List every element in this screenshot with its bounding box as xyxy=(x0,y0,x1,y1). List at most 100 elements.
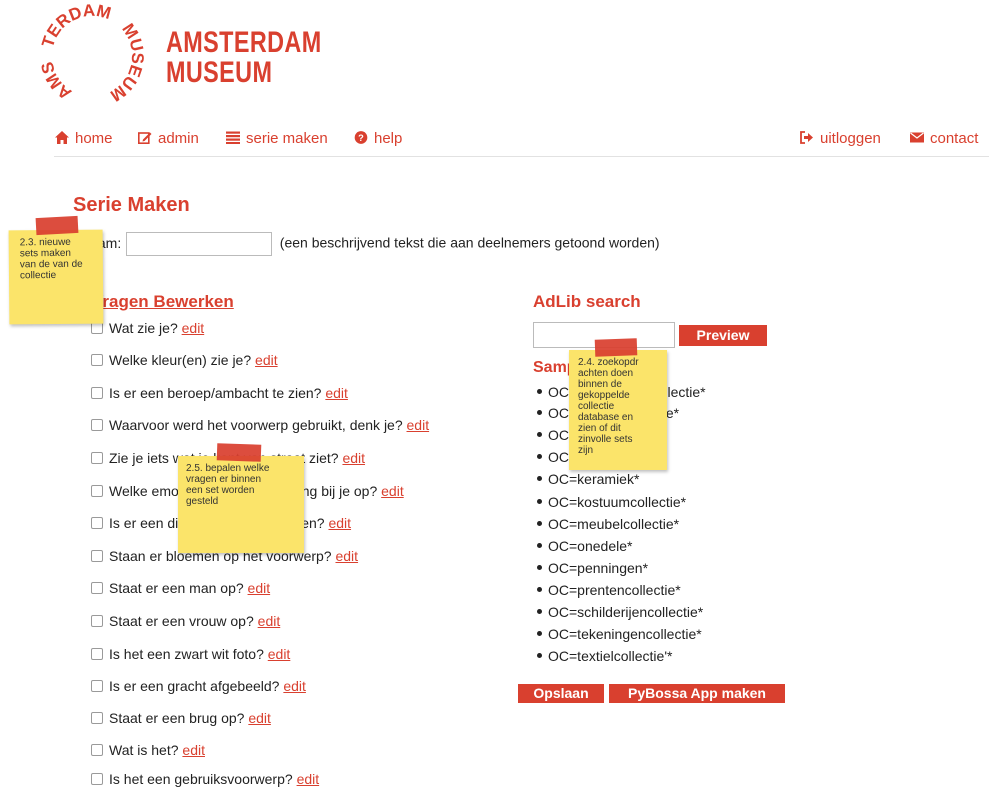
nav-serie-maken[interactable]: serie maken xyxy=(226,130,328,147)
logo-ring-left-text: AMS xyxy=(40,60,75,103)
question-row: Waarvoor werd het voorwerp gebruikt, den… xyxy=(91,416,429,434)
tape-strip xyxy=(216,443,262,462)
save-button[interactable]: Opslaan xyxy=(518,684,604,703)
question-checkbox[interactable] xyxy=(91,550,103,562)
question-row: Staat er een brug op? edit xyxy=(91,709,271,727)
question-checkbox[interactable] xyxy=(91,773,103,785)
logo-ring-top-text: MUSEUM xyxy=(107,20,145,105)
question-edit-link[interactable]: edit xyxy=(335,548,358,564)
collection-item[interactable]: OC=schilderijencollectie* xyxy=(537,603,703,621)
nav-logout[interactable]: uitloggen xyxy=(800,130,881,147)
question-text: Waarvoor werd het voorwerp gebruikt, den… xyxy=(109,417,403,433)
nav-contact-label: contact xyxy=(930,130,979,147)
logo-ring-bottom-text: TERDAM xyxy=(40,4,113,50)
question-checkbox[interactable] xyxy=(91,452,103,464)
question-checkbox[interactable] xyxy=(91,517,103,529)
question-checkbox[interactable] xyxy=(91,387,103,399)
sticky-note-2-4: 2.4. zoekopdr achten doen binnen de geko… xyxy=(569,350,667,470)
question-row: Wat is het? edit xyxy=(91,741,205,759)
question-checkbox[interactable] xyxy=(91,680,103,692)
nav-serie-maken-label: serie maken xyxy=(246,130,328,147)
sticky-note-2-3: 2.3. nieuwe sets maken van de van de col… xyxy=(8,229,104,325)
envelope-icon xyxy=(910,132,924,143)
question-row: Staat er een vrouw op? edit xyxy=(91,612,280,630)
question-text: Is het een zwart wit foto? xyxy=(109,646,264,662)
nav-contact[interactable]: contact xyxy=(910,130,978,147)
question-row: Welke kleur(en) zie je? edit xyxy=(91,351,278,369)
question-edit-link[interactable]: edit xyxy=(255,352,278,368)
svg-text:AMS: AMS xyxy=(40,60,75,103)
question-checkbox[interactable] xyxy=(91,744,103,756)
top-navigation: home admin serie maken ? help uitloggen c… xyxy=(54,124,989,157)
question-text: Welke kleur(en) zie je? xyxy=(109,352,252,368)
question-text: Staat er een vrouw op? xyxy=(109,613,254,629)
name-input[interactable] xyxy=(125,232,272,256)
collection-item[interactable]: OC=tekeningencollectie* xyxy=(537,625,702,643)
question-edit-link[interactable]: edit xyxy=(268,646,291,662)
collection-item[interactable]: OC=keramiek* xyxy=(537,470,639,488)
question-edit-link[interactable]: edit xyxy=(407,417,430,433)
question-row: Is het een gebruiksvoorwerp? edit xyxy=(91,770,319,788)
list-icon xyxy=(226,131,240,144)
pybossa-app-button[interactable]: PyBossa App maken xyxy=(609,684,785,703)
nav-help[interactable]: ? help xyxy=(354,130,402,147)
question-checkbox[interactable] xyxy=(91,485,103,497)
question-edit-link[interactable]: edit xyxy=(258,613,281,629)
nav-admin-label: admin xyxy=(158,130,199,147)
question-checkbox[interactable] xyxy=(91,582,103,594)
collection-item[interactable]: OC=textielcollectie'* xyxy=(537,647,672,665)
question-edit-link[interactable]: edit xyxy=(297,771,320,787)
question-text: Staat er een man op? xyxy=(109,580,244,596)
question-edit-link[interactable]: edit xyxy=(325,385,348,401)
question-row: Is er een gracht afgebeeld? edit xyxy=(91,677,306,695)
question-row: Wat zie je? edit xyxy=(91,319,204,337)
page-title: Serie Maken xyxy=(73,194,190,216)
question-edit-link[interactable]: edit xyxy=(283,678,306,694)
nav-logout-label: uitloggen xyxy=(820,130,881,147)
question-edit-link[interactable]: edit xyxy=(342,450,365,466)
question-checkbox[interactable] xyxy=(91,712,103,724)
logo-line1: AMSTERDAM xyxy=(166,26,322,59)
nav-home-label: home xyxy=(75,130,113,147)
nav-home[interactable]: home xyxy=(55,130,113,147)
question-edit-link[interactable]: edit xyxy=(182,742,205,758)
question-edit-link[interactable]: edit xyxy=(248,580,271,596)
edit-icon xyxy=(138,132,152,144)
question-checkbox[interactable] xyxy=(91,354,103,366)
logo-wordmark: AMSTERDAM MUSEUM xyxy=(166,28,322,88)
adlib-title: AdLib search xyxy=(533,292,641,311)
name-row: Naam: (een beschrijvend tekst die aan de… xyxy=(80,232,660,256)
question-row: Is er een beroep/ambacht te zien? edit xyxy=(91,384,348,402)
question-text: Is er een gracht afgebeeld? xyxy=(109,678,280,694)
nav-help-label: help xyxy=(374,130,403,147)
museum-logo[interactable]: MUSEUM TERDAM AMS AMSTERDAM MUSEUM xyxy=(40,4,322,105)
question-checkbox[interactable] xyxy=(91,419,103,431)
collection-item[interactable]: OC=prentencollectie* xyxy=(537,581,681,599)
question-checkbox[interactable] xyxy=(91,615,103,627)
question-edit-link[interactable]: edit xyxy=(328,515,351,531)
svg-text:?: ? xyxy=(358,133,364,143)
svg-text:TERDAM: TERDAM xyxy=(40,4,113,50)
sticky-note-2-5: 2.5. bepalen welke vragen er binnen een … xyxy=(178,456,304,553)
questions-title: Vragen Bewerken xyxy=(92,292,234,311)
question-text: Is het een gebruiksvoorwerp? xyxy=(109,771,293,787)
question-text: Staat er een brug op? xyxy=(109,710,245,726)
collection-item[interactable]: OC=onedele* xyxy=(537,537,632,555)
collection-item[interactable]: OC=kostuumcollectie* xyxy=(537,493,686,511)
tape-strip xyxy=(35,215,79,236)
logo-line2: MUSEUM xyxy=(166,56,273,89)
collection-item[interactable]: OC=meubelcollectie* xyxy=(537,515,679,533)
question-text: Wat is het? xyxy=(109,742,179,758)
preview-button[interactable]: Preview xyxy=(679,325,767,346)
question-checkbox[interactable] xyxy=(91,322,103,334)
question-edit-link[interactable]: edit xyxy=(248,710,271,726)
tape-strip xyxy=(594,338,638,357)
question-text: Wat zie je? xyxy=(109,320,178,336)
question-checkbox[interactable] xyxy=(91,648,103,660)
question-edit-link[interactable]: edit xyxy=(182,320,205,336)
collection-item[interactable]: OC=penningen* xyxy=(537,559,648,577)
question-text: Is er een beroep/ambacht te zien? xyxy=(109,385,322,401)
sign-out-icon xyxy=(800,131,813,144)
nav-admin[interactable]: admin xyxy=(138,130,199,147)
question-edit-link[interactable]: edit xyxy=(381,483,404,499)
